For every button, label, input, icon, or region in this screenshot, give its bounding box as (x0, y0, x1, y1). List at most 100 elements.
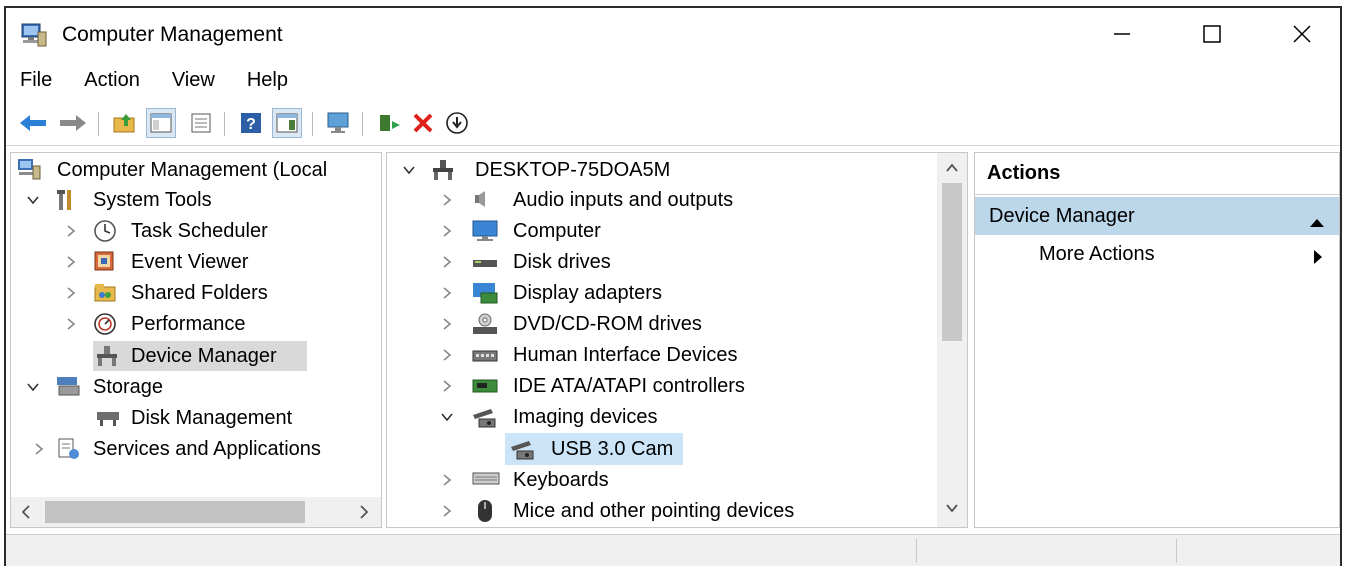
chevron-right-icon[interactable] (439, 347, 455, 363)
mouse-icon (475, 498, 501, 522)
chevron-right-icon[interactable] (439, 503, 455, 519)
scroll-down-icon[interactable] (945, 501, 959, 519)
actions-device-manager[interactable]: Device Manager (975, 197, 1339, 235)
toolbar: ? (6, 100, 1340, 146)
computer-management-window: Computer Management File Action View Hel… (4, 6, 1342, 566)
scan-hardware-icon[interactable] (324, 108, 354, 138)
title-bar: Computer Management (6, 8, 1340, 60)
help-icon[interactable]: ? (236, 108, 266, 138)
update-driver-icon[interactable] (374, 108, 404, 138)
scroll-left-icon[interactable] (19, 504, 33, 525)
chevron-down-icon[interactable] (401, 162, 417, 178)
ide-controller-icon (471, 374, 498, 398)
tree-label: Storage (93, 375, 164, 398)
enable-device-icon[interactable] (442, 108, 472, 138)
chevron-down-icon[interactable] (439, 409, 455, 425)
scrollbar-thumb[interactable] (942, 183, 962, 341)
keyboard-icon (471, 468, 500, 492)
chevron-right-icon[interactable] (439, 192, 455, 208)
show-hide-console-tree-icon[interactable] (146, 108, 176, 138)
chevron-right-icon[interactable] (63, 285, 79, 301)
scroll-up-icon[interactable] (945, 161, 959, 179)
device-label: Keyboards (513, 468, 609, 491)
tree-label: Services and Applications (93, 437, 321, 460)
clock-icon (93, 219, 119, 243)
actions-header: Actions (975, 153, 1339, 195)
device-manager-pane: DESKTOP-75DOA5M Audio inputs and outputs… (386, 152, 968, 528)
disk-drive-icon (471, 250, 497, 274)
display-adapter-icon (471, 281, 498, 305)
device-label: Disk drives (513, 250, 611, 273)
chevron-right-icon[interactable] (439, 378, 455, 394)
close-button[interactable] (1282, 18, 1322, 50)
chevron-right-icon[interactable] (439, 472, 455, 488)
tree-root-label: Computer Management (Local (57, 158, 328, 181)
collapse-up-icon[interactable] (1309, 211, 1325, 234)
actions-selected-label: Device Manager (989, 204, 1135, 227)
minimize-button[interactable] (1102, 18, 1142, 50)
more-actions-label: More Actions (1039, 243, 1155, 265)
uninstall-device-icon[interactable] (408, 108, 438, 138)
speaker-icon (471, 188, 497, 212)
scrollbar-thumb[interactable] (45, 501, 305, 523)
performance-gauge-icon (93, 312, 119, 336)
camera-icon (509, 437, 535, 461)
device-label: Mice and other pointing devices (513, 499, 795, 522)
window-title: Computer Management (62, 23, 283, 46)
device-label: Computer (513, 219, 601, 242)
up-folder-icon[interactable] (110, 108, 140, 138)
scroll-right-icon[interactable] (357, 504, 371, 525)
chevron-right-icon[interactable] (439, 223, 455, 239)
vertical-scrollbar[interactable] (937, 153, 967, 527)
shared-folder-icon (93, 281, 119, 305)
chevron-right-icon[interactable] (439, 285, 455, 301)
menu-help[interactable]: Help (247, 69, 288, 92)
services-icon (57, 437, 83, 461)
status-bar (6, 534, 1340, 566)
chevron-right-icon[interactable] (439, 316, 455, 332)
chevron-right-icon[interactable] (63, 223, 79, 239)
tools-icon (55, 188, 81, 212)
tree-label: System Tools (93, 188, 212, 211)
maximize-button[interactable] (1192, 18, 1232, 50)
tree-label: Event Viewer (131, 250, 249, 273)
device-label: DVD/CD-ROM drives (513, 312, 702, 335)
menu-file[interactable]: File (20, 69, 52, 92)
more-actions[interactable]: More Actions (1039, 243, 1155, 266)
menu-view[interactable]: View (172, 69, 215, 92)
back-arrow-icon[interactable] (18, 108, 48, 138)
camera-icon (471, 405, 497, 429)
tree-label: Device Manager (131, 344, 277, 367)
actions-pane: Actions Device Manager More Actions (974, 152, 1340, 528)
tree-label: Disk Management (131, 406, 293, 429)
show-hide-action-pane-icon[interactable] (272, 108, 302, 138)
computer-device-icon (431, 158, 457, 182)
chevron-down-icon[interactable] (25, 379, 41, 395)
computer-management-icon (17, 158, 43, 182)
submenu-arrow-icon[interactable] (1313, 249, 1323, 270)
device-label: IDE ATA/ATAPI controllers (513, 374, 745, 397)
device-manager-icon (95, 344, 121, 368)
tree-label: Task Scheduler (131, 219, 268, 242)
disk-icon (95, 406, 121, 430)
menu-bar: File Action View Help (6, 62, 1340, 98)
hid-icon (471, 343, 498, 367)
properties-icon[interactable] (186, 108, 216, 138)
device-label: USB 3.0 Cam (551, 437, 674, 460)
chevron-right-icon[interactable] (63, 316, 79, 332)
optical-drive-icon (471, 312, 497, 336)
svg-text:?: ? (246, 116, 256, 133)
device-label: Imaging devices (513, 405, 658, 428)
chevron-right-icon[interactable] (439, 254, 455, 270)
menu-action[interactable]: Action (84, 69, 140, 92)
device-label: Audio inputs and outputs (513, 188, 734, 211)
horizontal-scrollbar[interactable] (11, 497, 381, 527)
event-log-icon (93, 250, 119, 274)
tree-label: Performance (131, 312, 246, 335)
device-label: Display adapters (513, 281, 662, 304)
computer-management-icon (20, 22, 48, 48)
chevron-right-icon[interactable] (63, 254, 79, 270)
forward-arrow-icon[interactable] (58, 108, 88, 138)
chevron-down-icon[interactable] (25, 192, 41, 208)
chevron-right-icon[interactable] (31, 441, 47, 457)
